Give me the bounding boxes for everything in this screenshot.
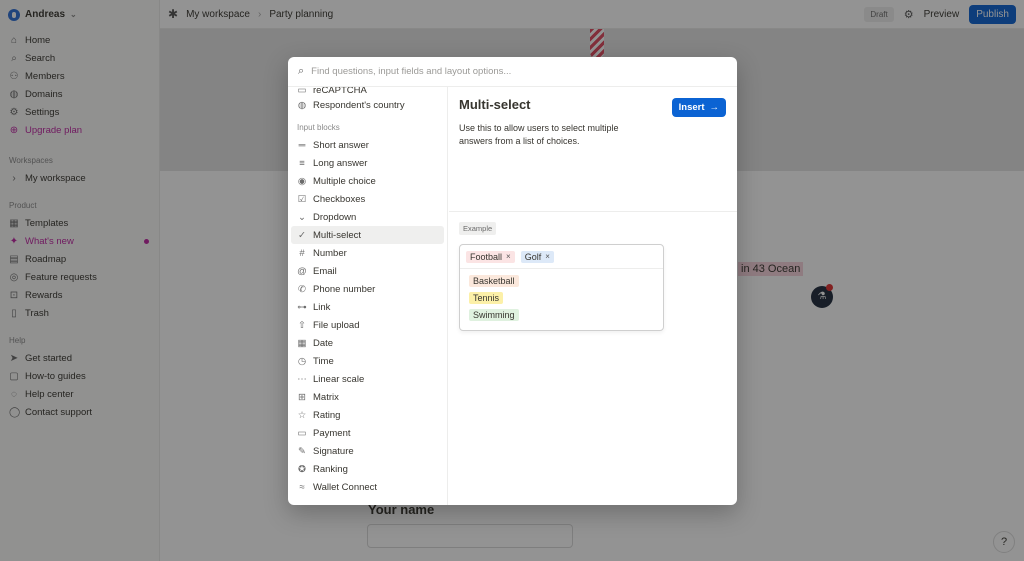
list-item-label: Payment [313, 427, 351, 439]
calendar-icon: ▦ [297, 337, 307, 349]
at-icon: @ [297, 265, 307, 277]
close-icon: × [506, 252, 511, 261]
list-item-label: Respondent's country [313, 99, 405, 111]
list-item-label: Ranking [313, 463, 348, 475]
hash-icon: # [299, 247, 305, 259]
list-item-rating[interactable]: ☆ Rating [291, 406, 444, 424]
detail-description: Use this to allow users to select multip… [459, 123, 619, 146]
list-item-label: Multi-select [313, 229, 362, 241]
matrix-icon: ⊞ [298, 391, 306, 403]
option-basketball: Basketball [469, 275, 519, 287]
block-detail-pane: Multi-select Use this to allow users to … [449, 87, 737, 505]
list-item-time[interactable]: ◷ Time [291, 352, 444, 370]
list-item-label: File upload [313, 319, 360, 331]
list-item-email[interactable]: @ Email [291, 262, 444, 280]
option-list: Basketball Tennis Swimming [460, 269, 663, 330]
linear-scale-icon: ⋯ [297, 373, 307, 385]
insert-button-label: Insert [678, 102, 705, 113]
list-item-label: Email [313, 265, 337, 277]
list-item-label: Rating [313, 409, 341, 421]
list-item-dropdown[interactable]: ⌄ Dropdown [291, 208, 444, 226]
list-item-label: Multiple choice [313, 175, 376, 187]
list-item-label: Signature [313, 445, 354, 457]
card-icon: ▭ [297, 427, 307, 439]
list-item-short-answer[interactable]: ═ Short answer [291, 136, 444, 154]
clock-icon: ◷ [297, 355, 307, 367]
list-item-label: Checkboxes [313, 193, 366, 205]
block-list[interactable]: ▭ reCAPTCHA ◍ Respondent's country Input b… [288, 87, 448, 505]
upload-icon: ⇧ [298, 319, 306, 331]
list-item-label: Matrix [313, 391, 339, 403]
list-item-signature[interactable]: ✎ Signature [291, 442, 444, 460]
globe-icon: ◍ [297, 99, 307, 111]
list-item-label: Long answer [313, 157, 368, 169]
star-icon: ☆ [297, 409, 307, 421]
list-item-ranking[interactable]: ✪ Ranking [291, 460, 444, 478]
chevron-down-icon: ⌄ [298, 211, 306, 223]
list-item-multiple-choice[interactable]: ◉ Multiple choice [291, 172, 444, 190]
arrow-right-icon: → [709, 102, 720, 113]
list-item-file-upload[interactable]: ⇧ File upload [291, 316, 444, 334]
block-detail-header: Multi-select Use this to allow users to … [449, 87, 737, 212]
block-search-input[interactable] [311, 66, 727, 77]
list-item-phone-number[interactable]: ✆ Phone number [291, 280, 444, 298]
list-item-checkboxes[interactable]: ☑ Checkboxes [291, 190, 444, 208]
list-item-label: Linear scale [313, 373, 365, 385]
list-item-label: Dropdown [313, 211, 357, 223]
checkbox-icon: ☑ [297, 193, 307, 205]
list-item-matrix[interactable]: ⊞ Matrix [291, 388, 444, 406]
list-item-label: Number [313, 247, 347, 259]
ranking-icon: ✪ [298, 463, 306, 475]
multiple-choice-icon: ◉ [297, 175, 307, 187]
chip-golf: Golf × [520, 250, 554, 263]
phone-icon: ✆ [298, 283, 306, 295]
list-item-label: Link [313, 301, 331, 313]
insert-block-modal: ⌕ ▭ reCAPTCHA ◍ Respondent's country Input… [288, 57, 737, 505]
modal-search-row: ⌕ [288, 57, 737, 87]
list-item-date[interactable]: ▦ Date [291, 334, 444, 352]
close-icon: × [545, 252, 550, 261]
option-swimming: Swimming [469, 309, 519, 321]
example-badge: Example [459, 222, 497, 235]
list-item-payment[interactable]: ▭ Payment [291, 424, 444, 442]
search-icon: ⌕ [298, 65, 305, 77]
multi-select-icon: ✓ [298, 229, 306, 241]
list-item-link[interactable]: ⊶ Link [291, 298, 444, 316]
list-item-long-answer[interactable]: ≡ Long answer [291, 154, 444, 172]
long-answer-icon: ≡ [299, 157, 305, 169]
recaptcha-icon: ▭ [297, 87, 307, 96]
list-item-wallet-connect[interactable]: ≈ Wallet Connect [291, 478, 444, 496]
list-item-multi-select[interactable]: ✓ Multi-select [291, 226, 444, 244]
section-label-input-blocks: Input blocks [297, 122, 340, 132]
insert-button[interactable]: Insert → [671, 98, 726, 117]
chip-football: Football × [466, 250, 515, 263]
list-item-number[interactable]: # Number [291, 244, 444, 262]
list-item-linear-scale[interactable]: ⋯ Linear scale [291, 370, 444, 388]
chip-label: Football [470, 251, 503, 262]
list-item-label: reCAPTCHA [313, 87, 367, 96]
list-item-label: Time [313, 355, 334, 367]
list-item-label: Phone number [313, 283, 376, 295]
list-item-recaptcha[interactable]: ▭ reCAPTCHA [291, 87, 444, 96]
list-item-label: Short answer [313, 139, 369, 151]
list-item-respondents-country[interactable]: ◍ Respondent's country [291, 96, 444, 114]
example-section: Example Football × Golf × Basketball Tenni… [449, 212, 737, 341]
option-tennis: Tennis [469, 292, 504, 304]
list-item-label: Date [313, 337, 334, 349]
short-answer-icon: ═ [298, 139, 306, 151]
list-item-label: Wallet Connect [313, 481, 378, 493]
pen-icon: ✎ [298, 445, 306, 457]
chip-label: Golf [524, 251, 542, 262]
selected-chips: Football × Golf × [460, 245, 663, 269]
link-icon: ⊶ [297, 301, 307, 313]
wallet-icon: ≈ [299, 481, 305, 493]
multi-select-example: Football × Golf × Basketball Tennis Swimmi… [459, 244, 664, 331]
